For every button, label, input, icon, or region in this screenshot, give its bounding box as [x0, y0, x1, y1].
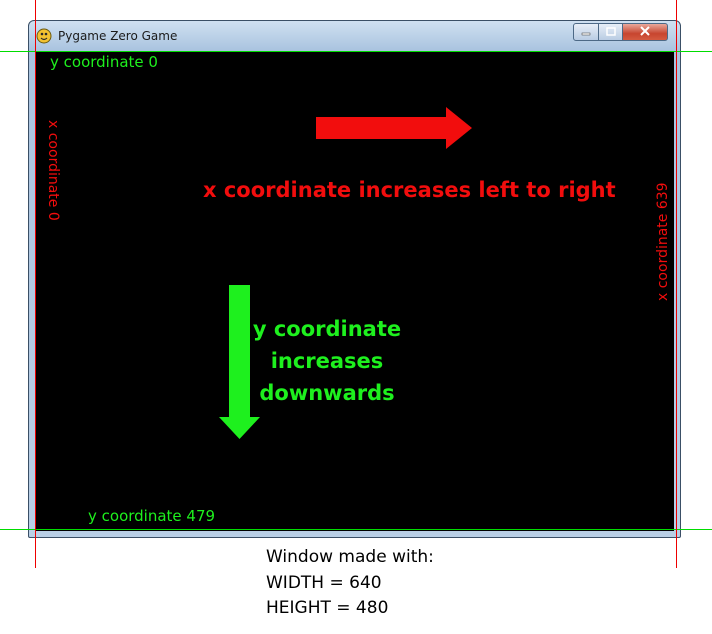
x-increase-label: x coordinate increases left to right — [203, 178, 616, 202]
guide-line-x-left — [35, 0, 36, 568]
guide-line-x-right — [676, 0, 677, 568]
app-window: Pygame Zero Game y coordinate 0 y coordi… — [28, 20, 681, 538]
maximize-button[interactable] — [598, 23, 623, 41]
y-bottom-label: y coordinate 479 — [88, 507, 216, 525]
x-right-label: x coordinate 639 — [655, 182, 671, 301]
y-top-label: y coordinate 0 — [50, 53, 158, 71]
guide-line-y-top — [0, 51, 712, 52]
minimize-icon — [581, 23, 591, 41]
right-arrow-icon — [316, 107, 472, 154]
caption-width: WIDTH = 640 — [266, 573, 382, 593]
y-increase-line1: y coordinate — [252, 317, 402, 341]
pygame-snake-icon — [36, 28, 52, 44]
game-canvas[interactable]: y coordinate 0 y coordinate 479 x coordi… — [36, 51, 674, 531]
y-increase-line3: downwards — [259, 381, 395, 405]
close-button[interactable] — [622, 23, 668, 41]
maximize-icon — [605, 23, 616, 41]
x-left-label: x coordinate 0 — [45, 120, 61, 221]
titlebar[interactable]: Pygame Zero Game — [29, 21, 680, 51]
caption-height: HEIGHT = 480 — [266, 598, 389, 618]
caption-line1: Window made with: — [266, 547, 434, 567]
y-increase-text: y coordinate increases downwards — [252, 313, 402, 409]
y-increase-line2: increases — [270, 349, 384, 373]
close-icon — [639, 23, 651, 41]
window-title: Pygame Zero Game — [58, 29, 178, 43]
guide-line-y-bottom — [0, 529, 712, 530]
minimize-button[interactable] — [573, 23, 599, 41]
